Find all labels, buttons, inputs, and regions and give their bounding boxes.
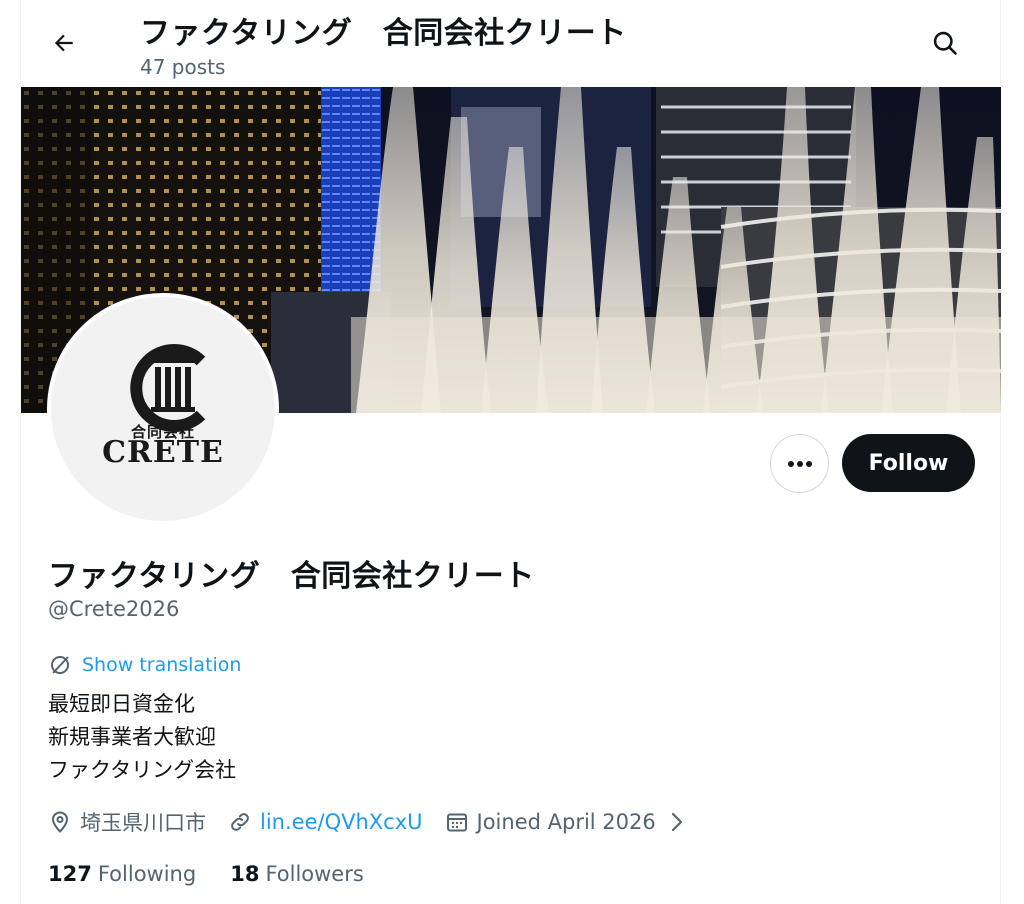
followers-link[interactable]: 18 Followers bbox=[230, 862, 364, 886]
logo-text-en: CRETE bbox=[102, 435, 224, 470]
posts-count: 47 posts bbox=[140, 55, 226, 79]
show-translation-link[interactable]: Show translation bbox=[48, 653, 241, 677]
calendar-icon bbox=[446, 813, 467, 832]
header-title: ファクタリング 合同会社クリート bbox=[140, 16, 627, 51]
bio-line: 最短即日資金化 bbox=[48, 692, 195, 716]
bio-line: 新規事業者大歓迎 bbox=[48, 725, 216, 749]
link-icon bbox=[231, 813, 249, 831]
show-translation-label: Show translation bbox=[82, 654, 242, 676]
arrow-left-icon bbox=[54, 34, 73, 52]
bio-line: ファクタリング会社 bbox=[48, 758, 237, 782]
profile-meta: 埼玉県川口市 lin.ee/QVhXcxU Joined April 2026 bbox=[48, 806, 706, 838]
followers-count: 18 bbox=[230, 862, 260, 886]
crete-logo-icon bbox=[130, 344, 206, 432]
search-button[interactable] bbox=[924, 22, 966, 64]
chevron-right-icon[interactable] bbox=[670, 811, 684, 833]
following-link[interactable]: 127 Following bbox=[48, 862, 196, 886]
display-name: ファクタリング 合同会社クリート bbox=[48, 559, 535, 594]
location-item: 埼玉県川口市 bbox=[48, 807, 206, 837]
profile-avatar[interactable]: 合同会社 CRETE bbox=[47, 293, 279, 525]
following-label: Following bbox=[97, 862, 197, 886]
profile-handle: @Crete2026 bbox=[48, 597, 180, 621]
followers-label: Followers bbox=[265, 862, 364, 886]
more-options-button[interactable] bbox=[770, 434, 829, 493]
joined-text: Joined April 2026 bbox=[476, 810, 656, 834]
profile-page: ファクタリング 合同会社クリート 47 posts 合同会社 CRETE Fol… bbox=[20, 0, 1001, 904]
following-count: 127 bbox=[48, 862, 92, 886]
search-icon bbox=[933, 31, 957, 55]
joined-item: Joined April 2026 bbox=[445, 810, 684, 834]
back-button[interactable] bbox=[43, 22, 85, 64]
website-link[interactable]: lin.ee/QVhXcxU bbox=[260, 810, 423, 834]
more-horizontal-icon bbox=[787, 460, 812, 467]
follow-button[interactable]: Follow bbox=[842, 434, 975, 492]
profile-header-bar: ファクタリング 合同会社クリート 47 posts bbox=[21, 0, 1000, 86]
location-pin-icon bbox=[51, 811, 69, 833]
profile-bio: 最短即日資金化 新規事業者大歓迎 ファクタリング会社 bbox=[48, 688, 236, 787]
translate-icon bbox=[51, 656, 69, 674]
follow-stats: 127 Following 18 Followers bbox=[48, 862, 398, 886]
location-text: 埼玉県川口市 bbox=[80, 811, 206, 835]
website-item: lin.ee/QVhXcxU bbox=[228, 810, 423, 834]
